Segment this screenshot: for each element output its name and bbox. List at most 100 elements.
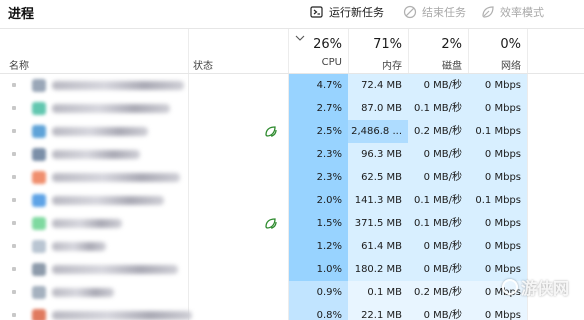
efficiency-leaf-icon bbox=[265, 126, 277, 137]
memory-column-label: 内存 bbox=[382, 61, 402, 72]
process-row[interactable]: 0.8% 22.1 MB 0 MB/秒 0 Mbps bbox=[0, 304, 584, 320]
process-row[interactable]: 2.5% 2,486.8 ... 0.2 MB/秒 0.1 Mbps bbox=[0, 120, 584, 143]
process-name-cell bbox=[10, 143, 188, 166]
process-name-blurred bbox=[52, 150, 140, 159]
app-icon bbox=[32, 217, 46, 230]
expand-chevron-icon[interactable] bbox=[12, 175, 16, 179]
process-row[interactable]: 2.7% 87.0 MB 0.1 MB/秒 0 Mbps bbox=[0, 97, 584, 120]
run-new-task-button[interactable]: 运行新任务 bbox=[310, 3, 384, 21]
expand-chevron-icon[interactable] bbox=[12, 267, 16, 271]
memory-cell: 61.4 MB bbox=[348, 235, 408, 258]
page-title: 进程 bbox=[8, 7, 35, 22]
disk-column-header[interactable]: 2% 磁盘 bbox=[408, 29, 468, 73]
process-name-blurred bbox=[52, 288, 114, 297]
process-name-blurred bbox=[52, 265, 178, 274]
cpu-cell: 2.3% bbox=[289, 166, 348, 189]
expand-chevron-icon[interactable] bbox=[12, 106, 16, 110]
process-name-cell bbox=[10, 304, 192, 320]
disk-cell: 0 MB/秒 bbox=[408, 74, 468, 97]
disk-cell: 0 MB/秒 bbox=[408, 166, 468, 189]
disk-column-label: 磁盘 bbox=[442, 61, 462, 72]
efficiency-mode-button[interactable]: 效率模式 bbox=[481, 3, 544, 21]
expand-chevron-icon[interactable] bbox=[12, 313, 16, 317]
watermark-text: 游侠网 bbox=[521, 279, 570, 298]
process-row[interactable]: 1.0% 180.2 MB 0 MB/秒 0 Mbps bbox=[0, 258, 584, 281]
disk-cell: 0.1 MB/秒 bbox=[408, 212, 468, 235]
memory-cell: 141.3 MB bbox=[348, 189, 408, 212]
process-name-blurred bbox=[52, 242, 106, 251]
column-status-header[interactable]: 状态 bbox=[193, 57, 213, 72]
app-icon bbox=[32, 194, 46, 207]
memory-cell: 62.5 MB bbox=[348, 166, 408, 189]
app-icon bbox=[32, 286, 46, 299]
cpu-cell: 1.0% bbox=[289, 258, 348, 281]
cpu-cell: 0.9% bbox=[289, 281, 348, 304]
memory-cell: 96.3 MB bbox=[348, 143, 408, 166]
expand-chevron-icon[interactable] bbox=[12, 244, 16, 248]
expand-chevron-icon[interactable] bbox=[12, 290, 16, 294]
process-row[interactable]: 0.9% 0.1 MB 0.2 MB/秒 0 Mbps bbox=[0, 281, 584, 304]
memory-cell: 87.0 MB bbox=[348, 97, 408, 120]
process-row[interactable]: 4.7% 72.4 MB 0 MB/秒 0 Mbps bbox=[0, 74, 584, 97]
watermark-logo-icon bbox=[502, 279, 518, 295]
disk-cell: 0.2 MB/秒 bbox=[408, 120, 468, 143]
app-icon bbox=[32, 102, 46, 115]
process-name-blurred bbox=[52, 173, 180, 182]
network-column-header[interactable]: 0% 网络 bbox=[468, 29, 527, 73]
network-total-percent: 0% bbox=[500, 37, 521, 52]
process-name-cell bbox=[10, 97, 188, 120]
network-cell: 0 Mbps bbox=[468, 212, 527, 235]
process-row[interactable]: 1.2% 61.4 MB 0 MB/秒 0 Mbps bbox=[0, 235, 584, 258]
run-task-icon bbox=[310, 6, 323, 18]
cpu-cell: 0.8% bbox=[289, 304, 348, 320]
network-column-label: 网络 bbox=[501, 61, 521, 72]
efficiency-leaf-icon bbox=[265, 218, 277, 229]
cpu-cell: 1.5% bbox=[289, 212, 348, 235]
process-name-cell bbox=[10, 235, 188, 258]
disk-cell: 0 MB/秒 bbox=[408, 304, 468, 320]
cpu-column-header[interactable]: 26% CPU bbox=[289, 29, 348, 73]
memory-total-percent: 71% bbox=[373, 37, 402, 52]
network-cell: 0.1 Mbps bbox=[468, 120, 527, 143]
end-task-button[interactable]: 结束任务 bbox=[403, 3, 466, 21]
network-cell: 0 Mbps bbox=[468, 235, 527, 258]
process-name-blurred bbox=[52, 219, 122, 228]
app-icon bbox=[32, 148, 46, 161]
process-name-cell bbox=[10, 281, 188, 304]
expand-chevron-icon[interactable] bbox=[12, 198, 16, 202]
end-task-label: 结束任务 bbox=[422, 6, 466, 19]
process-row[interactable]: 2.0% 141.3 MB 0.1 MB/秒 0.1 Mbps bbox=[0, 189, 584, 212]
network-cell: 0 Mbps bbox=[468, 97, 527, 120]
memory-column-header[interactable]: 71% 内存 bbox=[348, 29, 408, 73]
process-name-cell bbox=[10, 74, 188, 97]
process-row[interactable]: 1.5% 371.5 MB 0.1 MB/秒 0 Mbps bbox=[0, 212, 584, 235]
process-row[interactable]: 2.3% 96.3 MB 0 MB/秒 0 Mbps bbox=[0, 143, 584, 166]
expand-chevron-icon[interactable] bbox=[12, 83, 16, 87]
network-cell: 0 Mbps bbox=[468, 143, 527, 166]
expand-chevron-icon[interactable] bbox=[12, 129, 16, 133]
expand-chevron-icon[interactable] bbox=[12, 152, 16, 156]
efficiency-mode-label: 效率模式 bbox=[500, 6, 544, 19]
cpu-cell: 2.5% bbox=[289, 120, 348, 143]
cpu-cell: 2.3% bbox=[289, 143, 348, 166]
disk-cell: 0 MB/秒 bbox=[408, 143, 468, 166]
cpu-column-label: CPU bbox=[321, 57, 342, 68]
network-cell: 0 Mbps bbox=[468, 166, 527, 189]
memory-cell: 22.1 MB bbox=[348, 304, 408, 320]
cpu-cell: 1.2% bbox=[289, 235, 348, 258]
memory-cell: 0.1 MB bbox=[348, 281, 408, 304]
process-name-blurred bbox=[52, 127, 148, 136]
leaf-icon bbox=[482, 6, 494, 18]
app-icon bbox=[32, 125, 46, 138]
network-cell: 0 Mbps bbox=[468, 304, 527, 320]
process-name-cell bbox=[10, 120, 188, 143]
column-name-header[interactable]: 名称 bbox=[9, 57, 29, 72]
process-name-blurred bbox=[52, 196, 164, 205]
process-name-blurred bbox=[52, 104, 170, 113]
process-name-cell bbox=[10, 212, 188, 235]
process-row[interactable]: 2.3% 62.5 MB 0 MB/秒 0 Mbps bbox=[0, 166, 584, 189]
cpu-cell: 4.7% bbox=[289, 74, 348, 97]
toolbar: 进程 运行新任务 结束任务 效率模式 bbox=[0, 0, 584, 28]
expand-chevron-icon[interactable] bbox=[12, 221, 16, 225]
run-new-task-label: 运行新任务 bbox=[329, 6, 384, 19]
